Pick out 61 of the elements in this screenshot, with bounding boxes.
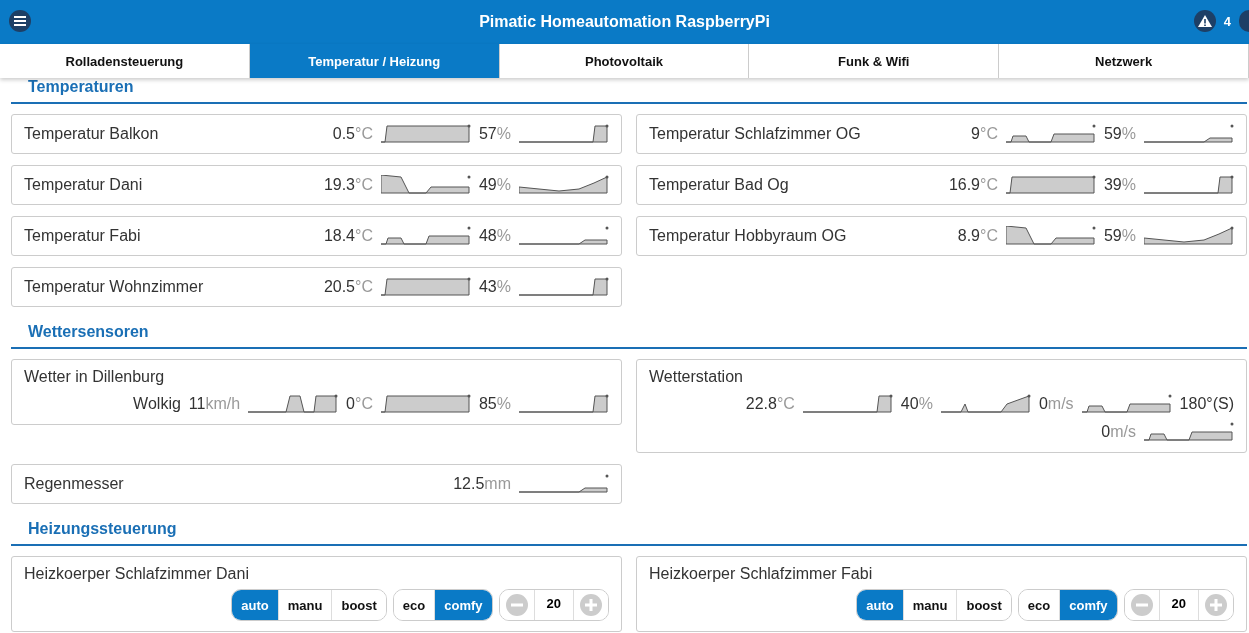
device-name: Temperatur Schlafzimmer OG — [649, 125, 862, 143]
sensor-reading: 0m/s — [1101, 423, 1136, 441]
sensor-reading: 20.5°C — [323, 278, 373, 296]
sensor-reading: 22.8°C — [745, 395, 795, 413]
page-tab[interactable]: Photovoltaik — [499, 44, 750, 78]
device-name: Heizkoerper Schlafzimmer Fabi — [649, 565, 874, 583]
sensor-reading: 18.4°C — [323, 227, 373, 245]
device-name: Temperatur Hobbyraum OG — [649, 227, 848, 245]
mode-button[interactable]: auto — [857, 590, 904, 620]
sensor-reading: 9°C — [971, 125, 998, 143]
sensor-reading: 0m/s — [1038, 395, 1074, 413]
sensor-reading: 48% — [478, 227, 511, 245]
app-title: Pimatic Homeautomation RaspberryPi — [479, 13, 770, 31]
sensor-reading: 43% — [478, 278, 511, 296]
sensor-reading: 57% — [478, 125, 511, 143]
plus-icon — [1205, 594, 1227, 616]
sensor-reading: 8.9°C — [957, 227, 998, 245]
sensor-reading: 40% — [900, 395, 933, 413]
section-title: Heizungssteuerung — [11, 520, 1247, 546]
alert-button[interactable] — [1193, 10, 1216, 32]
sensor-reading: 19.3°C — [323, 176, 373, 194]
sensor-reading: 16.9°C — [948, 176, 998, 194]
device-name: Temperatur Dani — [24, 176, 144, 194]
device-name: Heizkoerper Schlafzimmer Dani — [24, 565, 250, 583]
device-name: Temperatur Fabi — [24, 227, 142, 245]
page-tab[interactable]: Netzwerk — [999, 44, 1249, 78]
device-name: Wetterstation — [649, 368, 744, 386]
warning-icon — [1197, 15, 1212, 27]
plus-icon — [580, 594, 602, 616]
sensor-reading: 0.5°C — [332, 125, 373, 143]
header-button[interactable] — [1239, 10, 1249, 32]
sensor-reading: 11km/h — [188, 395, 241, 413]
sensor-reading: 0°C — [346, 395, 373, 413]
mode-button[interactable]: auto — [232, 590, 279, 620]
section-title: Temperaturen — [11, 78, 1247, 104]
sensor-reading: 180°(S) — [1179, 395, 1234, 413]
minus-icon — [505, 594, 528, 616]
device-name: Wetter in Dillenburg — [24, 368, 166, 386]
device-name: Temperatur Wohnzimmer — [24, 278, 205, 296]
minus-icon — [1130, 594, 1153, 616]
preset-button[interactable]: eco — [393, 590, 436, 620]
menu-icon — [14, 16, 26, 26]
section-title: Wettersensoren — [11, 323, 1247, 349]
sensor-reading: 49% — [478, 176, 511, 194]
sensor-reading: 12.5mm — [453, 475, 511, 493]
preset-button[interactable]: comfy — [1060, 590, 1117, 620]
device-name: Regenmesser — [24, 475, 125, 493]
alert-count: 4 — [1223, 13, 1231, 29]
device-name: Temperatur Bad Og — [649, 176, 790, 194]
sensor-reading: 39% — [1103, 176, 1136, 194]
sensor-reading: 85% — [478, 395, 511, 413]
page-tab[interactable]: Temperatur / Heizung — [249, 44, 500, 78]
device-name: Temperatur Balkon — [24, 125, 160, 143]
preset-button[interactable]: eco — [1018, 590, 1061, 620]
menu-button[interactable] — [9, 10, 31, 32]
page-tab[interactable]: Rolladensteuerung — [0, 44, 250, 78]
sensor-reading: Wolkig — [133, 395, 181, 413]
sensor-reading: 59% — [1103, 125, 1136, 143]
preset-button[interactable]: comfy — [435, 590, 492, 620]
sensor-reading: 59% — [1103, 227, 1136, 245]
page-tab[interactable]: Funk & Wifi — [749, 44, 1000, 78]
